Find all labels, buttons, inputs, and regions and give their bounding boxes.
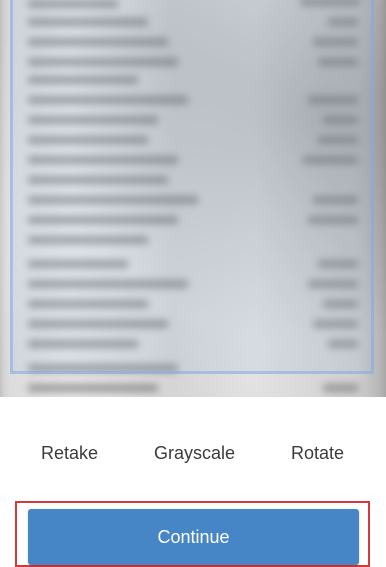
continue-highlight: Continue: [15, 501, 370, 567]
receipt-text-line: [28, 364, 178, 372]
receipt-value-line: [300, 0, 360, 6]
receipt-value-line: [308, 96, 358, 104]
receipt-value-line: [318, 260, 358, 268]
receipt-value-line: [323, 116, 358, 124]
receipt-text-line: [28, 0, 118, 8]
receipt-value-line: [308, 216, 358, 224]
receipt-text-line: [28, 136, 148, 144]
receipt-text-line: [28, 340, 138, 348]
receipt-value-line: [313, 38, 358, 46]
receipt-text-line: [28, 236, 148, 244]
receipt-value-line: [308, 280, 358, 288]
receipt-text-line: [28, 280, 188, 288]
receipt-value-line: [328, 18, 358, 26]
receipt-image: [0, 0, 386, 397]
receipt-value-line: [318, 136, 358, 144]
receipt-value-line: [303, 156, 358, 164]
receipt-value-line: [313, 196, 358, 204]
receipt-value-line: [328, 340, 358, 348]
grayscale-button[interactable]: Grayscale: [154, 443, 235, 464]
receipt-value-line: [323, 384, 358, 392]
receipt-text-line: [28, 58, 178, 66]
receipt-text-line: [28, 320, 168, 328]
retake-button[interactable]: Retake: [41, 443, 98, 464]
edit-action-bar: Retake Grayscale Rotate: [0, 430, 386, 476]
receipt-text-line: [28, 116, 158, 124]
receipt-text-line: [28, 384, 158, 392]
receipt-value-line: [318, 58, 358, 66]
receipt-value-line: [313, 320, 358, 328]
scan-review-screen: Retake Grayscale Rotate Continue: [0, 0, 386, 567]
receipt-text-line: [28, 76, 138, 84]
receipt-text-line: [28, 260, 128, 268]
receipt-text-line: [28, 176, 168, 184]
receipt-text-line: [28, 18, 148, 26]
receipt-text-line: [28, 196, 198, 204]
receipt-text-line: [28, 38, 168, 46]
continue-button[interactable]: Continue: [28, 509, 359, 565]
receipt-value-line: [323, 300, 358, 308]
receipt-text-line: [28, 156, 178, 164]
receipt-text-line: [28, 216, 178, 224]
receipt-preview: [0, 0, 386, 397]
receipt-text-line: [28, 96, 188, 104]
rotate-button[interactable]: Rotate: [291, 443, 344, 464]
receipt-text-line: [28, 300, 148, 308]
